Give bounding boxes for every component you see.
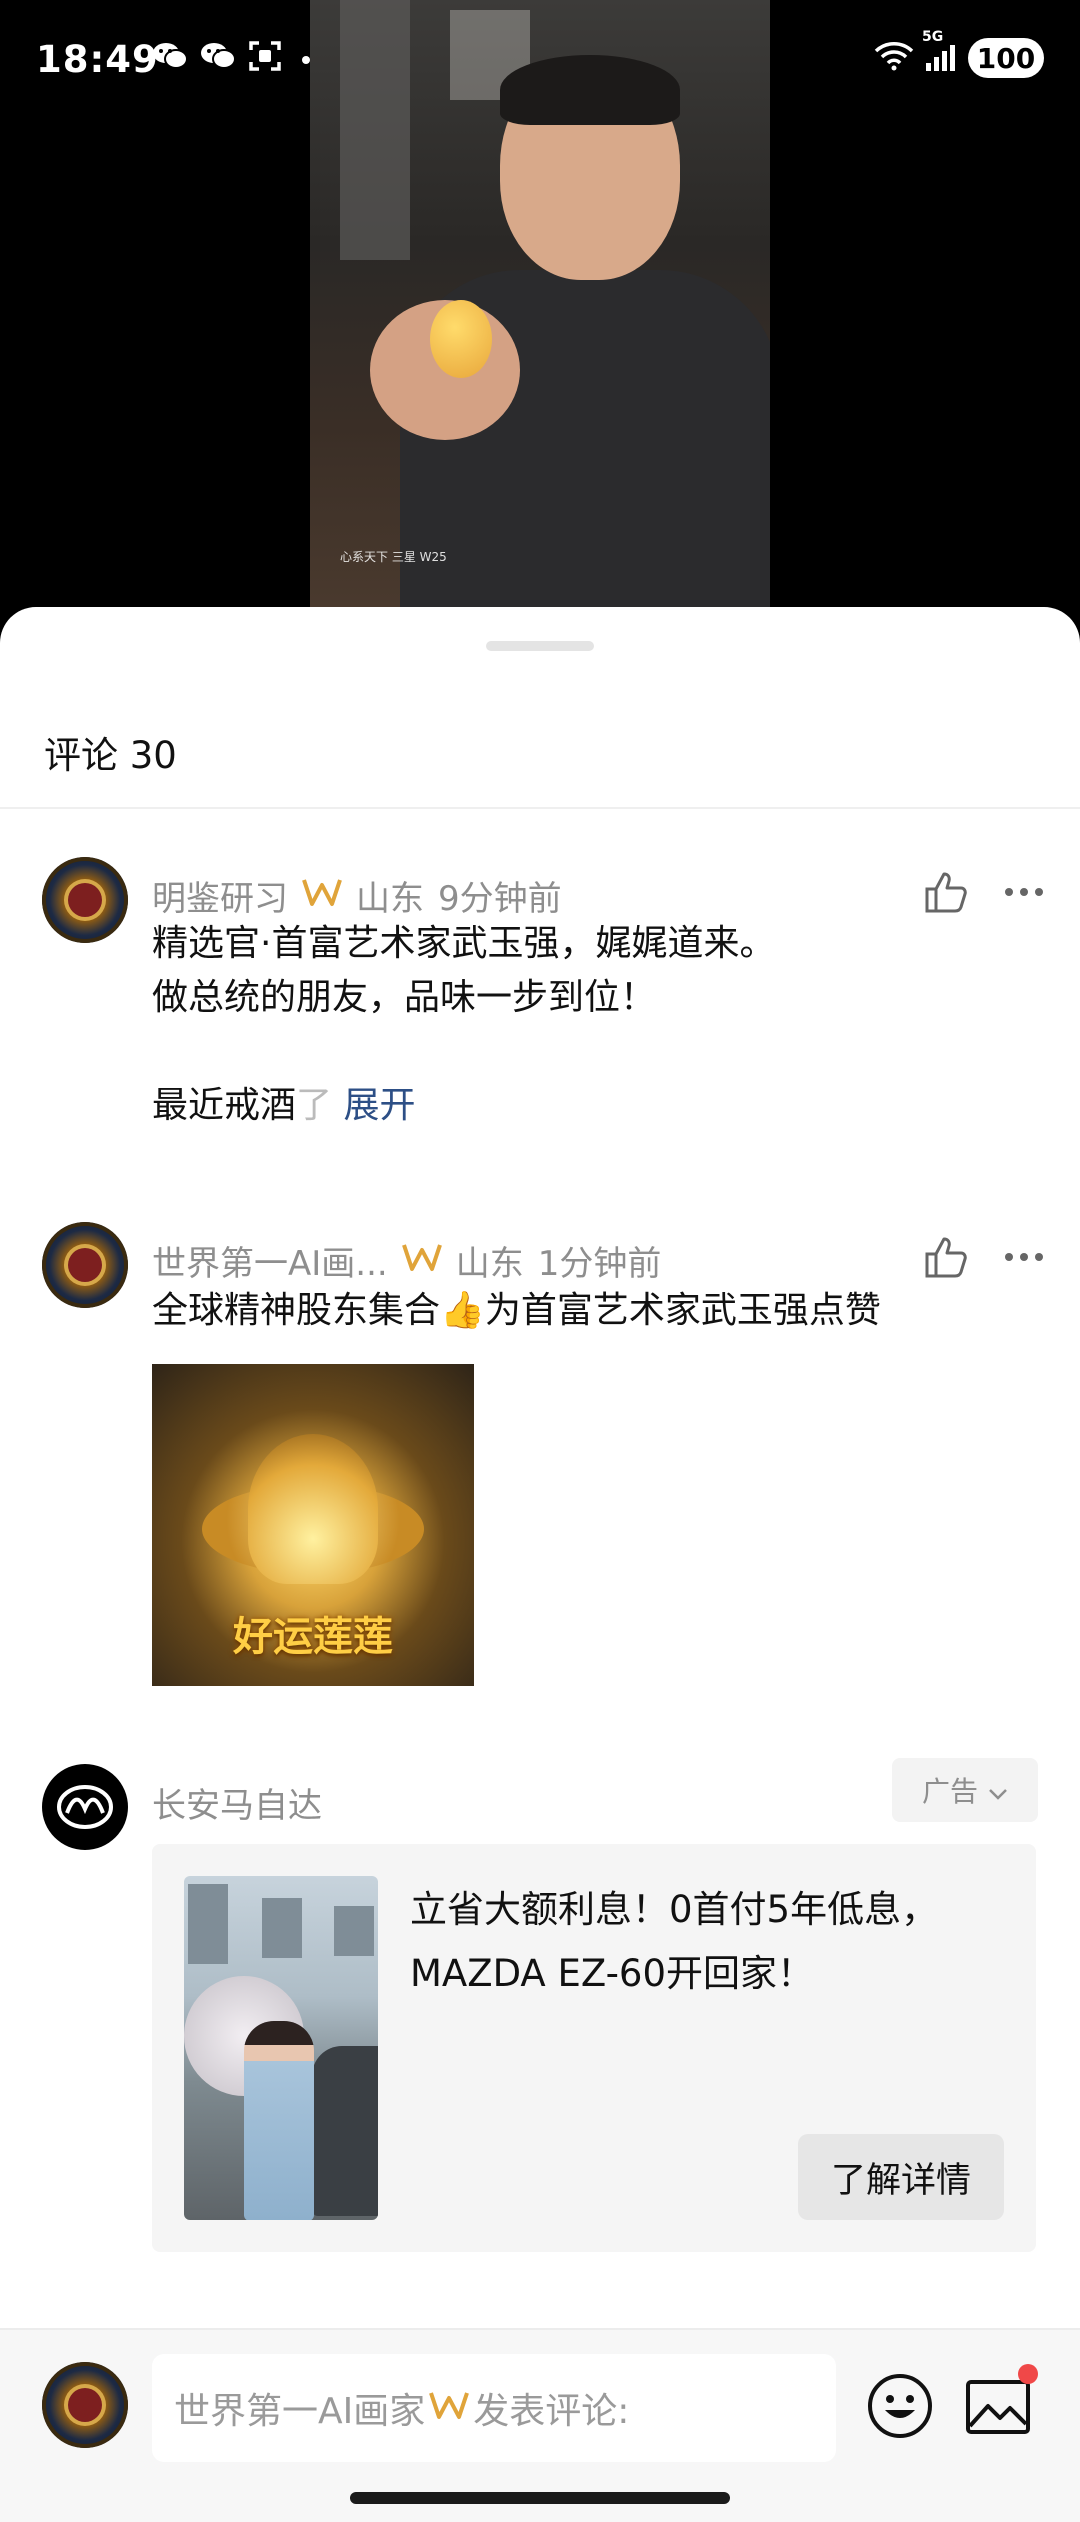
vip-w-icon [401, 1242, 442, 1280]
expand-link[interactable]: 展开 [343, 1085, 415, 1126]
network-type: 5G [922, 29, 944, 45]
comment-image[interactable]: 好运莲莲 [152, 1364, 474, 1686]
video-background [340, 0, 410, 260]
comment-count-title: 评论 30 [44, 734, 177, 777]
thumbs-up-icon[interactable] [924, 1236, 968, 1278]
learn-more-button[interactable]: 了解详情 [798, 2134, 1004, 2220]
video-fruit [430, 300, 492, 378]
video-area[interactable]: 心系天下 三星 W25 18:49 5G 100 [0, 0, 1080, 640]
vip-w-icon [302, 877, 342, 915]
avatar[interactable] [42, 1222, 128, 1308]
battery-indicator: 100 [968, 38, 1044, 78]
screenshot-icon [248, 40, 282, 79]
sheet-drag-handle[interactable] [486, 641, 594, 651]
comment-input[interactable]: 世界第一AI画家 发表评论: [152, 2354, 836, 2462]
divider [0, 807, 1080, 809]
comment-text-part: 全球精神股东集合 [152, 1290, 441, 1331]
wifi-icon [874, 41, 914, 75]
comment-image-text: 好运莲莲 [233, 1614, 393, 1660]
vip-w-icon [429, 2388, 470, 2429]
status-dot [302, 55, 310, 64]
ad-image-car [312, 2046, 378, 2216]
comment-text: 全球精神股东集合👍为首富艺术家武玉强点赞 [152, 1284, 1032, 1338]
thumbs-up-emoji: 👍 [440, 1290, 485, 1331]
advertiser-name[interactable]: 长安马自达 [152, 1778, 322, 1827]
mazda-logo[interactable] [42, 1764, 128, 1850]
comment-text-truncated: 了 [296, 1085, 333, 1126]
emoji-icon[interactable] [866, 2372, 934, 2440]
ad-image-building [334, 1906, 374, 1956]
more-options-icon[interactable] [1004, 1252, 1044, 1262]
comment-location: 山东 [455, 1244, 524, 1284]
video-caption: 心系天下 三星 W25 [340, 550, 447, 564]
comment-time: 1分钟前 [537, 1244, 662, 1284]
more-options-icon[interactable] [1004, 887, 1044, 897]
input-placeholder-user: 世界第一AI画家 [174, 2391, 426, 2432]
input-placeholder-text: 发表评论: [473, 2391, 630, 2432]
ad-image-building [262, 1898, 302, 1958]
ad-image-building [188, 1884, 228, 1964]
status-notification-icons [152, 40, 310, 79]
comment-text: 精选官·首富艺术家武玉强，娓娓道来。 做总统的朋友，品味一步到位！ 最近戒酒了 … [152, 917, 1032, 1133]
comment-actions [924, 871, 1044, 913]
wechat-icon [152, 41, 188, 78]
comment-username[interactable]: 世界第一AI画... [152, 1236, 388, 1285]
home-indicator[interactable] [350, 2492, 730, 2504]
comment-location: 山东 [356, 879, 424, 919]
image-picker-icon[interactable] [964, 2364, 1038, 2438]
chevron-down-icon [988, 1774, 1008, 1807]
ad-tag-dropdown[interactable]: 广告 [892, 1758, 1038, 1822]
comment-sheet: 评论 30 明鉴研习 山东 9分钟前 精选官·首富艺术家武玉强，娓娓道来。 做总… [0, 607, 1080, 2520]
status-time: 18:49 [36, 38, 159, 81]
ad-copy: 立省大额利息！0首付5年低息，MAZDA EZ-60开回家！ [410, 1888, 939, 1995]
comment-header: 明鉴研习 山东 9分钟前 [152, 871, 562, 920]
lotus-center [248, 1434, 378, 1584]
comment-text-part: 为首富艺术家武玉强点赞 [484, 1290, 881, 1331]
comment-actions [924, 1236, 1044, 1278]
notification-dot [1018, 2364, 1038, 2384]
comment-text-content: 精选官·首富艺术家武玉强，娓娓道来。 做总统的朋友，品味一步到位！ 最近戒酒 [152, 923, 776, 1126]
comment-username[interactable]: 明鉴研习 [152, 871, 288, 920]
wechat-icon [200, 41, 236, 78]
thumbs-up-icon[interactable] [924, 871, 968, 913]
ad-tag-label: 广告 [921, 1775, 978, 1808]
comment-time: 9分钟前 [438, 879, 562, 919]
video-person-hair [500, 55, 680, 125]
avatar[interactable] [42, 857, 128, 943]
ad-image-model [244, 2021, 314, 2220]
comment-header: 世界第一AI画... 山东 1分钟前 [152, 1236, 661, 1285]
ad-card[interactable]: 立省大额利息！0首付5年低息，MAZDA EZ-60开回家！ 了解详情 [152, 1844, 1036, 2252]
signal-icon: 5G [922, 29, 958, 73]
status-system-icons: 5G 100 [874, 29, 1044, 78]
my-avatar[interactable] [42, 2362, 128, 2448]
video-player[interactable]: 心系天下 三星 W25 [310, 0, 770, 610]
ad-image[interactable] [184, 1876, 378, 2220]
